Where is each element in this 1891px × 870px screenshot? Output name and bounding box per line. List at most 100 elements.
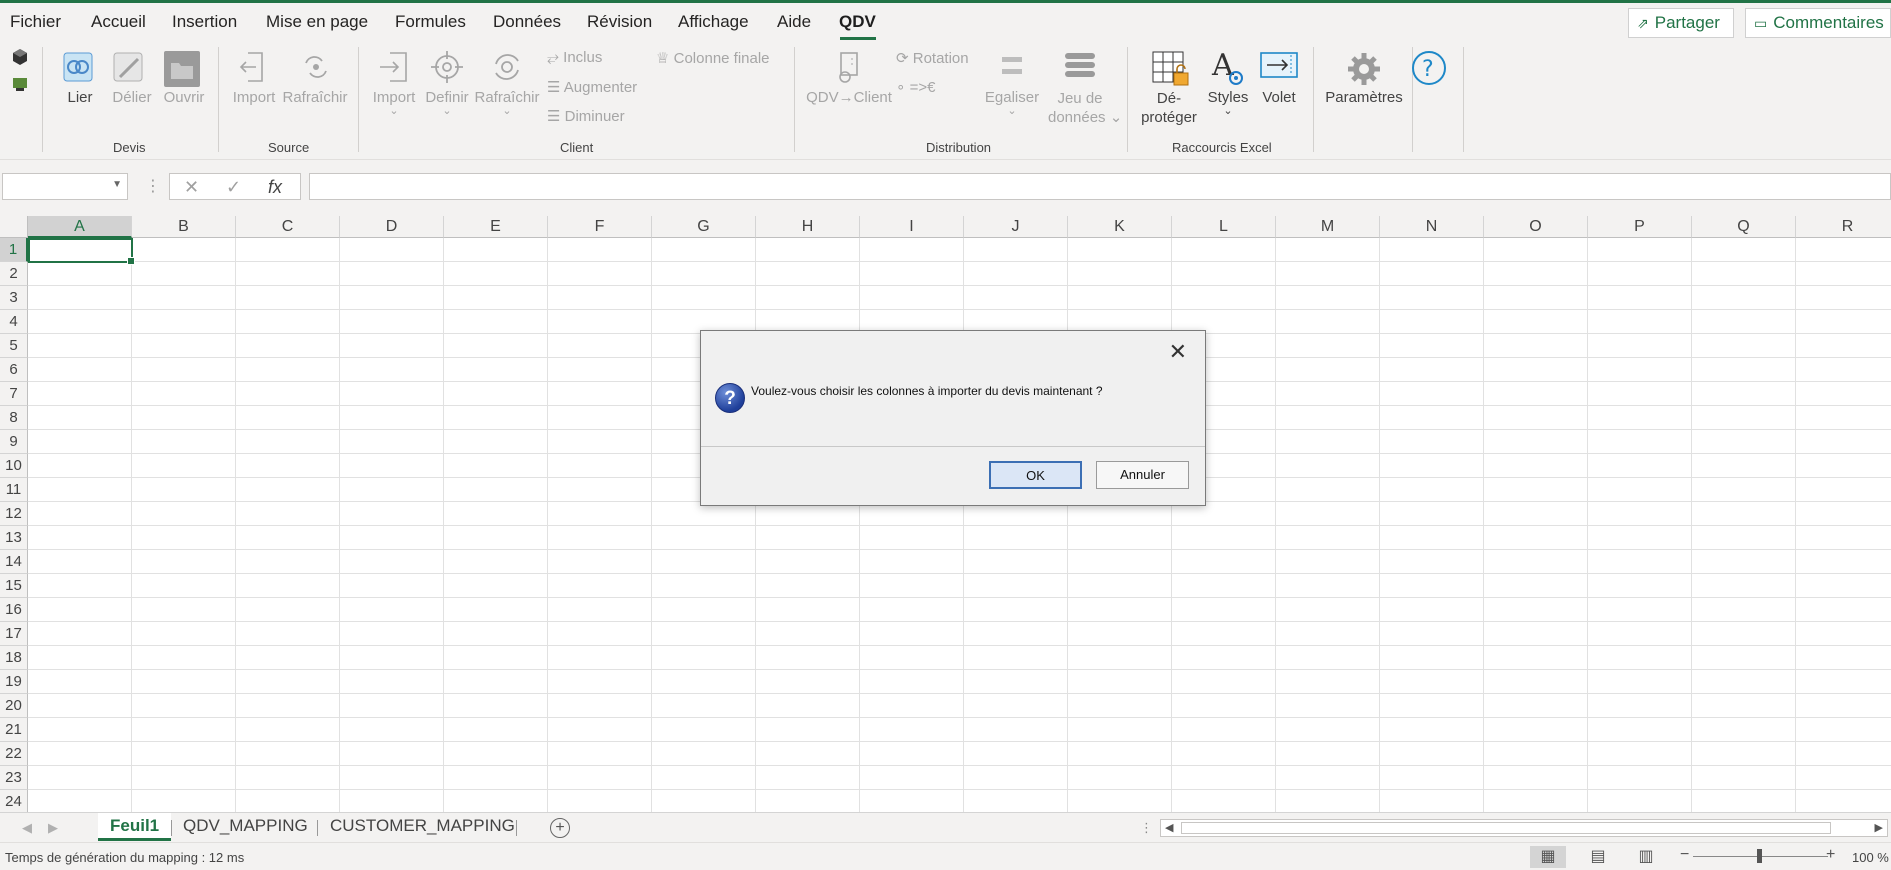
worksheet-grid[interactable]: ABCDEFGHIJKLMNOPQR 1 2 3 4 5 6 7 8 9 10 11 12 13 14 15…: [0, 216, 1891, 812]
scrollbar-thumb[interactable]: [1181, 822, 1831, 834]
column-header[interactable]: E: [444, 216, 548, 238]
column-header[interactable]: A: [28, 216, 132, 238]
definir-button[interactable]: Definir ⌄: [422, 49, 472, 117]
zoom-out-icon[interactable]: −: [1680, 846, 1689, 864]
client-import-button[interactable]: Import ⌄: [370, 49, 418, 117]
column-header[interactable]: P: [1588, 216, 1692, 238]
close-icon[interactable]: ✕: [1169, 339, 1187, 365]
active-cell-a1[interactable]: [28, 238, 135, 265]
sheet-tab-customer-mapping[interactable]: CUSTOMER_MAPPING: [318, 813, 527, 841]
qdv-small-icon[interactable]: [11, 75, 29, 93]
add-sheet-icon[interactable]: +: [550, 818, 570, 838]
menu-formules[interactable]: Formules: [395, 12, 466, 32]
column-header[interactable]: M: [1276, 216, 1380, 238]
share-button[interactable]: ⇗ Partager: [1628, 8, 1734, 38]
help-icon[interactable]: ?: [1410, 49, 1448, 87]
comments-button[interactable]: ▭ Commentaires: [1745, 8, 1891, 38]
source-import-button[interactable]: Import: [230, 49, 278, 106]
column-header[interactable]: N: [1380, 216, 1484, 238]
row-header[interactable]: 2: [0, 262, 28, 286]
row-header[interactable]: 16: [0, 598, 28, 622]
lier-button[interactable]: Lier: [60, 49, 100, 106]
menu-donnees[interactable]: Données: [493, 12, 561, 32]
row-header[interactable]: 23: [0, 766, 28, 790]
menu-affichage[interactable]: Affichage: [678, 12, 749, 32]
menu-accueil[interactable]: Accueil: [91, 12, 146, 32]
row-header[interactable]: 18: [0, 646, 28, 670]
row-header[interactable]: 22: [0, 742, 28, 766]
cancel-button[interactable]: Annuler: [1096, 461, 1189, 489]
row-header[interactable]: 24: [0, 790, 28, 812]
row-header[interactable]: 14: [0, 550, 28, 574]
row-header[interactable]: 11: [0, 478, 28, 502]
row-header[interactable]: 6: [0, 358, 28, 382]
menu-aide[interactable]: Aide: [777, 12, 811, 32]
source-refresh-button[interactable]: Rafraîchir: [282, 49, 348, 106]
column-header[interactable]: H: [756, 216, 860, 238]
styles-button[interactable]: A Styles ⌄: [1204, 49, 1252, 117]
rotation-button[interactable]: ⟳ Rotation: [896, 49, 969, 67]
column-header[interactable]: I: [860, 216, 964, 238]
formula-input[interactable]: [309, 173, 1891, 200]
column-header[interactable]: G: [652, 216, 756, 238]
egaliser-button[interactable]: Egaliser ⌄: [980, 49, 1044, 117]
next-sheet-icon[interactable]: ▶: [48, 820, 58, 836]
row-header[interactable]: 3: [0, 286, 28, 310]
cell-area[interactable]: [28, 238, 1891, 812]
previous-sheet-icon[interactable]: ◀: [22, 820, 32, 836]
row-header[interactable]: 15: [0, 574, 28, 598]
ok-button[interactable]: OK: [989, 461, 1082, 489]
column-header[interactable]: D: [340, 216, 444, 238]
diminuer-button[interactable]: ☰ Diminuer: [547, 107, 625, 125]
row-header[interactable]: 21: [0, 718, 28, 742]
inclus-button[interactable]: ⥂ Inclus: [547, 49, 602, 66]
client-refresh-button[interactable]: Rafraîchir ⌄: [474, 49, 540, 117]
zoom-in-icon[interactable]: +: [1826, 846, 1835, 864]
column-header[interactable]: O: [1484, 216, 1588, 238]
sheet-tab-feuil1[interactable]: Feuil1: [98, 813, 172, 841]
row-header[interactable]: 5: [0, 334, 28, 358]
split-handle-icon[interactable]: ⋮: [1140, 820, 1153, 836]
row-header[interactable]: 10: [0, 454, 28, 478]
row-header[interactable]: 17: [0, 622, 28, 646]
menu-mise-en-page[interactable]: Mise en page: [266, 12, 368, 32]
column-header[interactable]: Q: [1692, 216, 1796, 238]
volet-button[interactable]: Volet: [1256, 49, 1302, 106]
column-header[interactable]: J: [964, 216, 1068, 238]
scroll-left-icon[interactable]: ◀: [1165, 821, 1173, 834]
euro-button[interactable]: ∘ =>€: [896, 78, 935, 96]
column-header[interactable]: L: [1172, 216, 1276, 238]
delier-button[interactable]: Délier: [110, 49, 154, 106]
row-header[interactable]: 4: [0, 310, 28, 334]
column-header[interactable]: B: [132, 216, 236, 238]
colonne-finale-button[interactable]: ♕ Colonne finale: [656, 49, 770, 67]
row-header[interactable]: 1: [0, 238, 28, 262]
menu-insertion[interactable]: Insertion: [172, 12, 237, 32]
name-box[interactable]: ▼: [2, 173, 128, 200]
row-header[interactable]: 8: [0, 406, 28, 430]
row-header[interactable]: 7: [0, 382, 28, 406]
menu-revision[interactable]: Révision: [587, 12, 652, 32]
parametres-button[interactable]: Paramètres: [1324, 49, 1404, 106]
qdv-cube-icon[interactable]: [11, 48, 29, 66]
horizontal-scrollbar[interactable]: ◀ ▶: [1160, 819, 1888, 837]
check-icon[interactable]: ✓: [226, 177, 241, 198]
scroll-right-icon[interactable]: ▶: [1875, 821, 1883, 834]
ouvrir-button[interactable]: Ouvrir: [162, 49, 206, 106]
qdv-client-button[interactable]: QDV→Client: [806, 49, 892, 106]
column-header[interactable]: F: [548, 216, 652, 238]
row-header[interactable]: 9: [0, 430, 28, 454]
row-header[interactable]: 20: [0, 694, 28, 718]
zoom-level[interactable]: 100 %: [1852, 850, 1889, 865]
sheet-tab-qdv-mapping[interactable]: QDV_MAPPING: [171, 813, 320, 841]
normal-view-icon[interactable]: ▦: [1530, 846, 1566, 868]
zoom-slider-thumb[interactable]: [1757, 849, 1762, 863]
select-all-corner[interactable]: [0, 216, 28, 238]
menu-fichier[interactable]: Fichier: [10, 12, 61, 32]
page-layout-view-icon[interactable]: ▤: [1580, 846, 1616, 868]
augmenter-button[interactable]: ☰ Augmenter: [547, 78, 637, 96]
column-header[interactable]: K: [1068, 216, 1172, 238]
deproteger-button[interactable]: Dé-protéger: [1136, 49, 1202, 127]
menu-qdv[interactable]: QDV: [839, 12, 876, 32]
cancel-icon[interactable]: ✕: [184, 177, 199, 198]
